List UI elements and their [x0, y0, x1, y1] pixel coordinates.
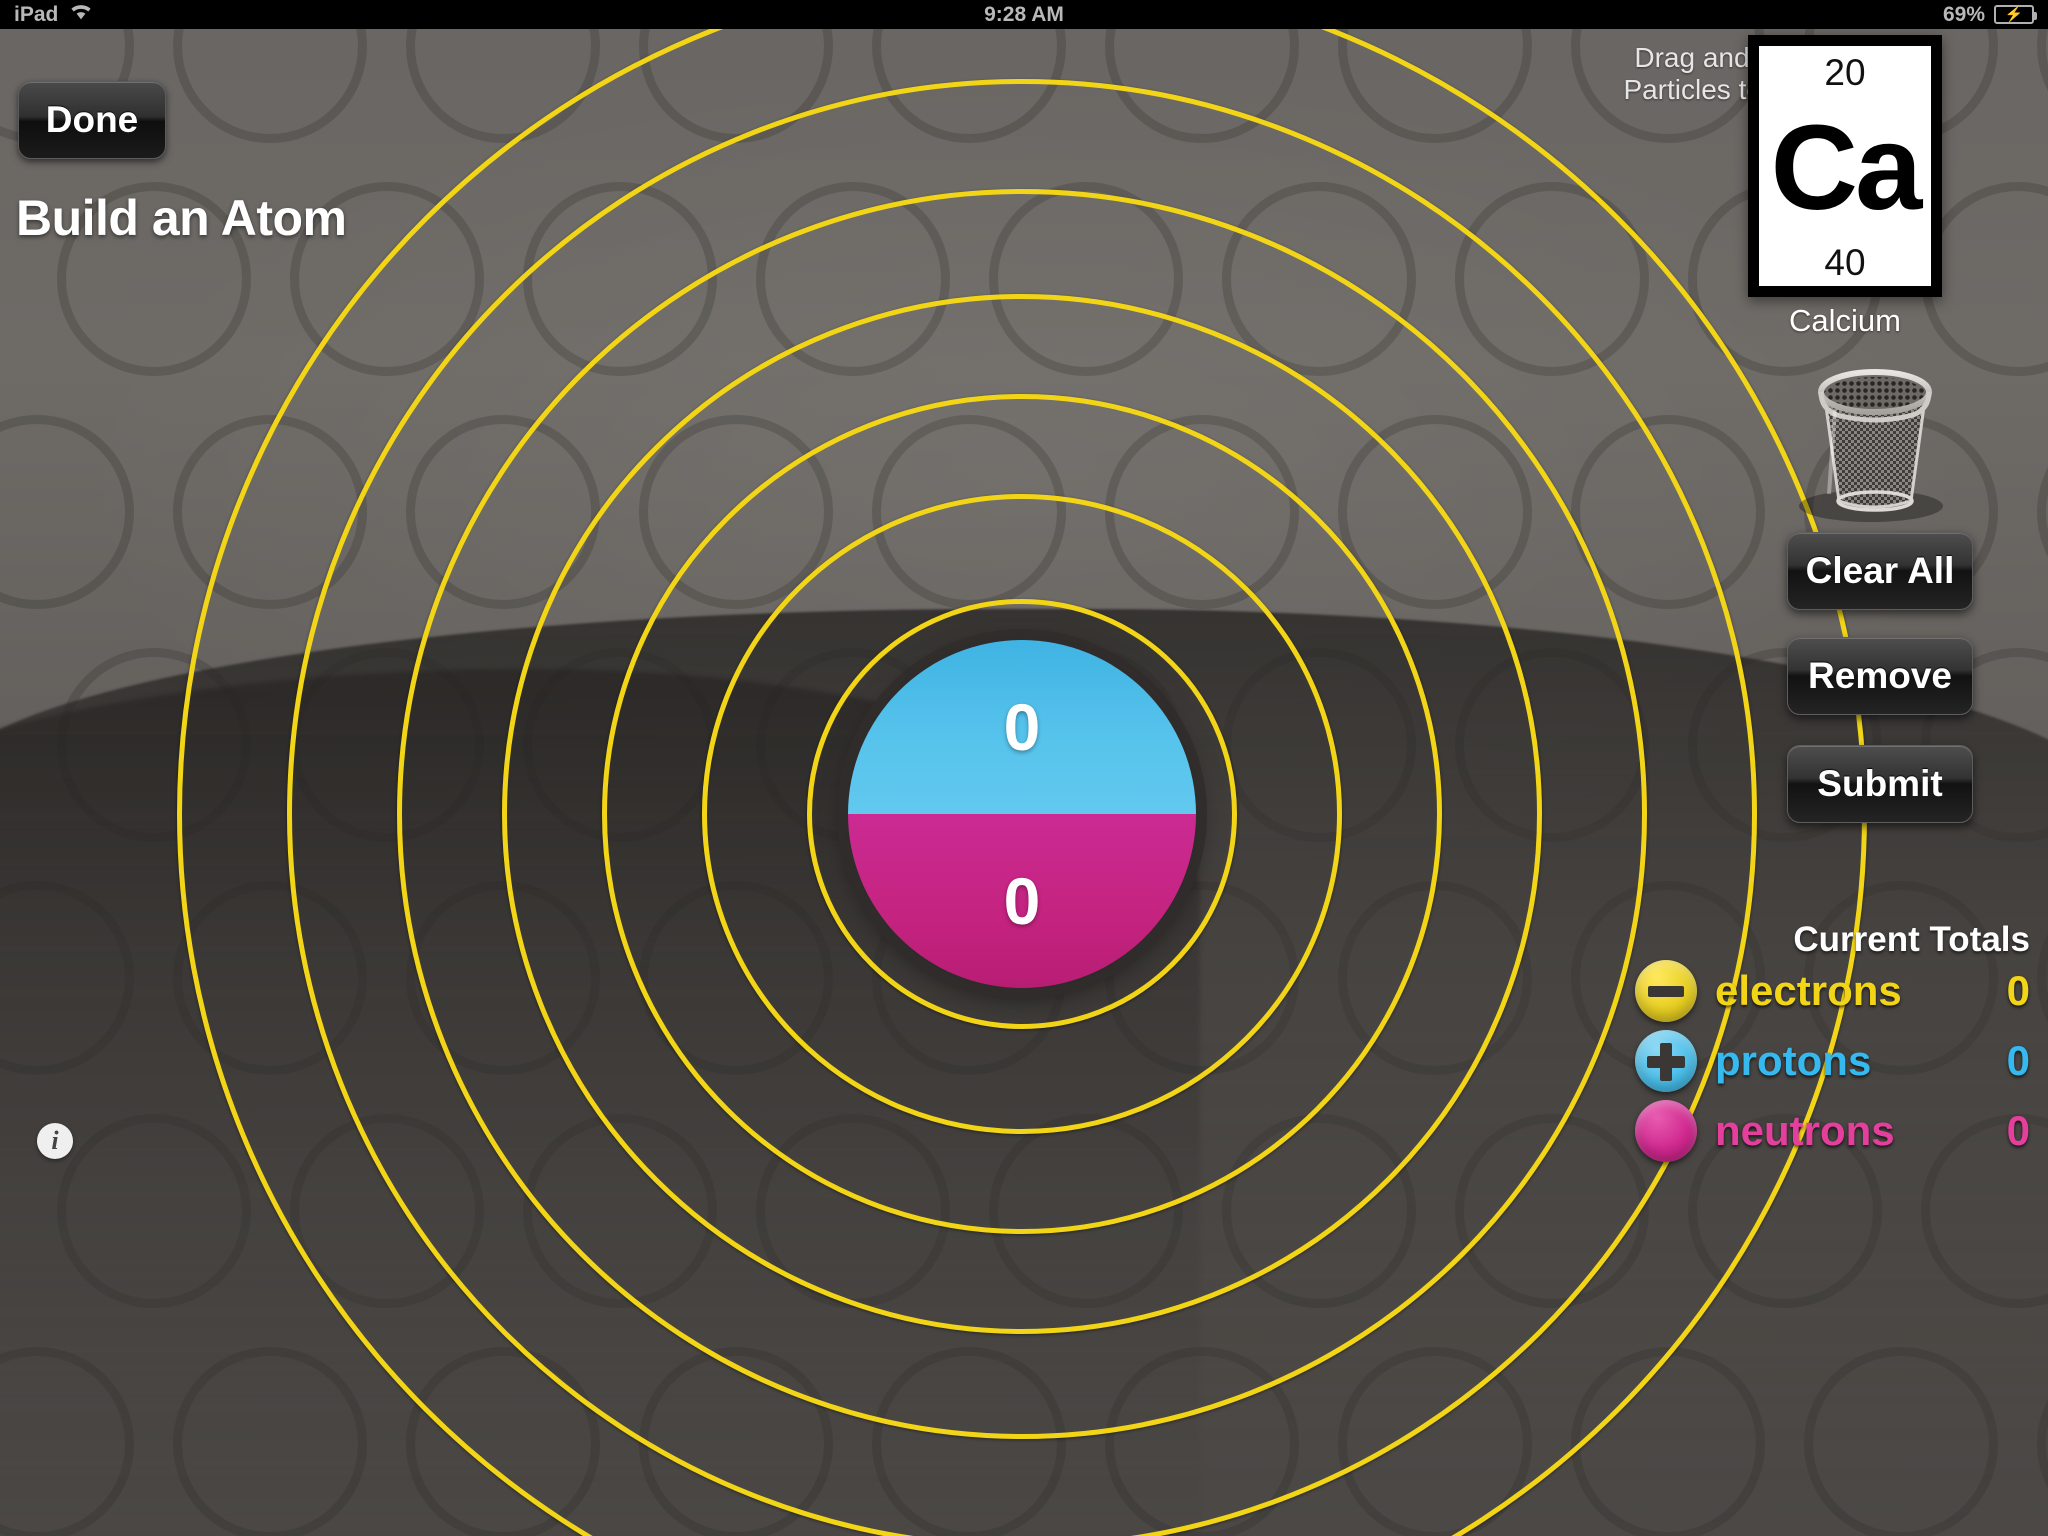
proton-plus-icon[interactable] — [1635, 1030, 1697, 1092]
done-button[interactable]: Done — [18, 81, 166, 159]
nucleus-neutron-half[interactable]: 0 — [848, 814, 1196, 988]
element-name-label: Calcium — [1789, 303, 1901, 338]
battery-percent-label: 69% — [1942, 2, 1985, 26]
trash-can-icon[interactable] — [1785, 359, 1965, 524]
submit-button[interactable]: Submit — [1787, 745, 1973, 823]
element-card: 20 Ca 40 — [1748, 35, 1942, 297]
info-icon[interactable]: i — [37, 1123, 73, 1159]
neutron-dot-icon[interactable] — [1635, 1100, 1697, 1162]
nucleus-proton-count: 0 — [1003, 690, 1041, 764]
totals-row-electrons: electrons 0 — [1635, 959, 2030, 1023]
status-bar-right: 69% ⚡ — [1942, 2, 2037, 27]
remove-button[interactable]: Remove — [1787, 637, 1973, 715]
protons-value: 0 — [2006, 1037, 2030, 1084]
electrons-value: 0 — [2006, 967, 2030, 1014]
element-mass-number: 40 — [1824, 242, 1866, 283]
nucleus-proton-half[interactable]: 0 — [848, 640, 1196, 814]
totals-row-protons: protons 0 — [1635, 1029, 2030, 1093]
element-symbol: Ca — [1770, 99, 1923, 236]
protons-label: protons — [1715, 1037, 1872, 1084]
nucleus-bucket[interactable]: 0 0 — [848, 640, 1196, 988]
current-totals-heading: Current Totals — [1793, 920, 2030, 959]
electrons-label: electrons — [1715, 967, 1902, 1014]
clear-all-button[interactable]: Clear All — [1787, 532, 1973, 610]
status-bar: iPad 9:28 AM 69% ⚡ — [0, 0, 2048, 29]
battery-charging-icon: ⚡ — [1994, 5, 2037, 24]
nucleus-neutron-count: 0 — [1003, 864, 1041, 938]
page-title: Build an Atom — [16, 190, 347, 246]
neutrons-value: 0 — [2006, 1107, 2030, 1154]
neutrons-label: neutrons — [1715, 1107, 1895, 1154]
status-bar-clock: 9:28 AM — [984, 2, 1064, 26]
totals-row-neutrons: neutrons 0 — [1635, 1099, 2030, 1163]
element-atomic-number: 20 — [1824, 52, 1866, 93]
electron-minus-icon[interactable] — [1635, 960, 1697, 1022]
app-canvas[interactable]: 0 0 Done Build an Atom Drag and Drop Par… — [0, 29, 2048, 1536]
lightning-bolt-glyph: ⚡ — [2004, 6, 2024, 23]
